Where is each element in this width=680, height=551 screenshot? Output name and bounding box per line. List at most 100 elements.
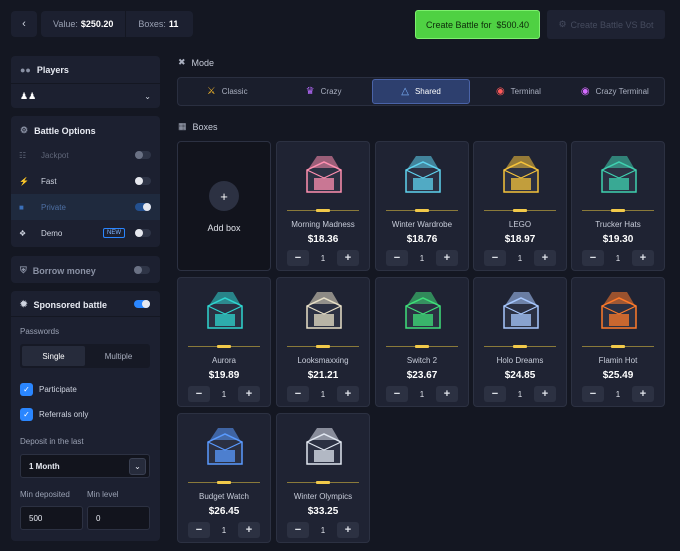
tab-crazy[interactable]: ♛ Crazy [275,79,371,104]
value-amount: $250.20 [80,19,114,29]
option-private[interactable]: ■ Private [11,194,160,220]
jackpot-icon: ☷ [19,150,27,160]
box-card[interactable]: Winter Wardrobe $18.76 − 1 + [375,141,469,271]
quantity-stepper: − 1 + [484,250,556,266]
referrals-only-option[interactable]: ✓ Referrals only [20,408,88,421]
min-deposited-input[interactable]: 500 [20,506,83,530]
sponsored-battle-toggle[interactable] [134,300,150,308]
boxes-stat: Boxes: 11 [126,11,190,37]
increase-button[interactable]: + [237,386,260,402]
box-name: Aurora [211,356,236,365]
increase-button[interactable]: + [435,386,458,402]
rarity-line [188,481,260,484]
box-name: Flamin Hot [598,356,638,365]
checkmark-icon[interactable]: ✓ [20,383,33,396]
fast-toggle[interactable] [135,177,151,185]
decrease-button[interactable]: − [386,250,408,266]
add-box-button[interactable]: + Add box [177,141,271,271]
tab-classic[interactable]: ⚔ Classic [179,79,275,104]
decrease-button[interactable]: − [287,522,309,538]
decrease-button[interactable]: − [287,386,309,402]
option-fast[interactable]: ⚡ Fast [11,168,160,194]
box-card[interactable]: Looksmaxxing $21.21 − 1 + [276,277,370,407]
increase-button[interactable]: + [435,250,458,266]
box-price: $23.67 [406,370,438,381]
decrease-button[interactable]: − [287,250,309,266]
chevron-down-icon: ⌄ [144,91,151,101]
quantity-stepper: − 1 + [582,386,654,402]
rarity-line [582,345,654,348]
rarity-line [582,209,654,212]
case-image [207,292,243,329]
increase-button[interactable]: + [336,386,359,402]
demo-toggle[interactable] [135,229,151,237]
box-price: $33.25 [307,506,339,517]
box-price: $18.97 [504,234,536,245]
rarity-line [188,345,260,348]
box-name: Holo Dreams [496,356,544,365]
two-players-icon: ♟♟ [20,90,37,101]
decrease-button[interactable]: − [386,386,408,402]
single-tab[interactable]: Single [22,346,85,366]
option-demo[interactable]: ❖ Demo NEW [11,220,160,246]
quantity-stepper: − 1 + [287,522,359,538]
box-name: Morning Madness [291,220,355,229]
decrease-button[interactable]: − [582,386,604,402]
tab-shared[interactable]: △ Shared [371,79,471,104]
decrease-button[interactable]: − [582,250,604,266]
decrease-button[interactable]: − [188,386,210,402]
option-jackpot[interactable]: ☷ Jackpot [11,142,160,168]
participate-option[interactable]: ✓ Participate [20,383,77,396]
box-card[interactable]: Trucker Hats $19.30 − 1 + [571,141,665,271]
case-image [207,428,243,465]
increase-button[interactable]: + [631,386,654,402]
quantity-stepper: − 1 + [188,386,260,402]
multiple-tab[interactable]: Multiple [87,344,150,368]
box-card[interactable]: Morning Madness $18.36 − 1 + [276,141,370,271]
box-card[interactable]: Budget Watch $26.45 − 1 + [177,413,271,543]
deposit-period-select[interactable]: 1 Month ⌄ [20,454,150,478]
private-toggle[interactable] [135,203,151,211]
increase-button[interactable]: + [533,386,556,402]
increase-button[interactable]: + [631,250,654,266]
decrease-button[interactable]: − [484,386,506,402]
value-stat: Value: $250.20 [41,11,125,37]
increase-button[interactable]: + [336,250,359,266]
tab-terminal[interactable]: ◉ Terminal [470,79,566,104]
increase-button[interactable]: + [336,522,359,538]
min-level-input[interactable]: 0 [87,506,150,530]
back-button[interactable]: ‹ [11,11,37,37]
box-card[interactable]: Winter Olympics $33.25 − 1 + [276,413,370,543]
players-select[interactable]: ♟♟ ⌄ [20,88,151,104]
create-battle-vs-bot-button[interactable]: ⚙ Create Battle VS Bot [547,10,665,39]
box-card[interactable]: Aurora $19.89 − 1 + [177,277,271,407]
boxes-count: 11 [168,19,179,29]
quantity-value: 1 [320,525,326,535]
case-image [306,428,342,465]
quantity-value: 1 [419,389,425,399]
borrow-money-toggle[interactable] [134,266,150,274]
quantity-value: 1 [221,389,227,399]
box-card[interactable]: Switch 2 $23.67 − 1 + [375,277,469,407]
box-icon: ▦ [178,121,187,131]
password-mode-switch: Single Multiple [20,344,150,368]
tab-crazy-terminal[interactable]: ◉ Crazy Terminal [567,79,663,104]
box-price: $21.21 [307,370,339,381]
jackpot-toggle[interactable] [135,151,151,159]
min-level-label: Min level [87,490,119,499]
decrease-button[interactable]: − [484,250,506,266]
checkmark-icon[interactable]: ✓ [20,408,33,421]
battle-options-header: ⚙ Battle Options [20,125,96,136]
box-card[interactable]: Holo Dreams $24.85 − 1 + [473,277,567,407]
quantity-value: 1 [320,253,326,263]
quantity-value: 1 [517,253,523,263]
box-price: $18.76 [406,234,438,245]
box-card[interactable]: LEGO $18.97 − 1 + [473,141,567,271]
increase-button[interactable]: + [533,250,556,266]
box-card[interactable]: Flamin Hot $25.49 − 1 + [571,277,665,407]
decrease-button[interactable]: − [188,522,210,538]
increase-button[interactable]: + [237,522,260,538]
create-battle-button[interactable]: Create Battle for $500.40 [415,10,540,39]
bot-icon: ⚙ [558,19,567,29]
quantity-stepper: − 1 + [386,250,458,266]
